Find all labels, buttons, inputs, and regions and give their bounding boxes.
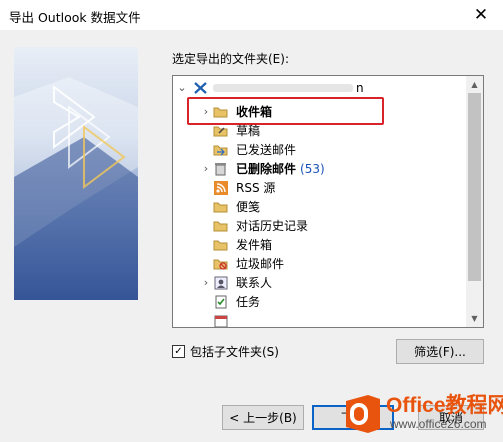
scroll-down-icon[interactable]: ▼: [466, 310, 483, 327]
folder-icon: [213, 219, 228, 233]
tree-item-label: 已发送邮件: [236, 143, 297, 157]
tree-item-label: 对话历史记录: [236, 219, 309, 233]
title-bar: 导出 Outlook 数据文件 ✕: [0, 0, 503, 30]
include-subfolders-checkbox[interactable]: ✓: [172, 345, 185, 358]
tree-scrollbar[interactable]: ▲ ▼: [466, 76, 483, 327]
notes-folder-icon: [213, 200, 228, 214]
tree-item-notes[interactable]: 便笺: [173, 197, 468, 216]
banner-arrows-graphic: [14, 77, 138, 300]
tree-item-tasks[interactable]: 任务: [173, 292, 468, 311]
outbox-folder-icon: [213, 238, 228, 252]
tree-item-rss[interactable]: RSS 源: [173, 178, 468, 197]
tree-item-label: 已删除邮件 (53): [236, 160, 325, 177]
account-name-redacted: [213, 84, 353, 92]
tree-item-label: 垃圾邮件: [236, 257, 285, 271]
tree-row-account[interactable]: ⌄ n: [173, 78, 468, 97]
filter-button[interactable]: 筛选(F)...: [396, 339, 484, 364]
watermark-url-text: www.office26.com: [390, 417, 487, 431]
watermark-brand-text: Office教程网: [386, 394, 503, 417]
trash-icon: [213, 162, 228, 176]
contacts-icon: [213, 276, 228, 290]
inbox-folder-icon: [213, 105, 228, 119]
office-watermark-logo: Office教程网 www.office26.com: [338, 387, 503, 442]
tree-item-inbox[interactable]: › 收件箱: [173, 102, 468, 121]
tree-item-label-text: 已删除邮件: [236, 162, 297, 176]
tree-item-partial[interactable]: [173, 311, 468, 327]
expand-arrow-icon[interactable]: ›: [200, 162, 212, 175]
tree-item-label: 收件箱: [236, 105, 273, 119]
previous-button[interactable]: < 上一步(B): [222, 405, 304, 430]
calendar-icon: [213, 314, 228, 327]
tree-item-contacts[interactable]: › 联系人: [173, 273, 468, 292]
tree-item-deleted[interactable]: › 已删除邮件 (53): [173, 159, 468, 178]
exchange-account-icon: [193, 81, 208, 95]
sent-folder-icon: [213, 143, 228, 157]
tree-item-junk[interactable]: 垃圾邮件: [173, 254, 468, 273]
expand-arrow-icon[interactable]: ›: [200, 276, 212, 289]
office-logo-icon: [346, 395, 380, 433]
tree-item-conversation-history[interactable]: 对话历史记录: [173, 216, 468, 235]
folder-select-label: 选定导出的文件夹(E):: [172, 52, 289, 66]
tree-item-label: 便笺: [236, 200, 261, 214]
tree-item-label: 任务: [236, 295, 261, 309]
scroll-thumb[interactable]: [468, 93, 481, 281]
junk-folder-icon: [213, 257, 228, 271]
tree-item-outbox[interactable]: 发件箱: [173, 235, 468, 254]
window-title: 导出 Outlook 数据文件: [9, 10, 141, 25]
tasks-icon: [213, 295, 228, 309]
tree-item-drafts[interactable]: 草稿: [173, 121, 468, 140]
tree-item-label: RSS 源: [236, 181, 276, 195]
include-subfolders-option[interactable]: ✓ 包括子文件夹(S): [172, 343, 279, 360]
tree-item-label: 联系人: [236, 276, 273, 290]
folder-tree[interactable]: ⌄ n › 收件箱 草稿 已发送邮件 › 已删除邮件 (53) RSS 源 便笺…: [172, 75, 484, 328]
rss-icon: [213, 180, 228, 195]
scroll-up-icon[interactable]: ▲: [466, 76, 483, 93]
collapse-arrow-icon[interactable]: ⌄: [176, 81, 188, 94]
include-subfolders-label: 包括子文件夹(S): [190, 345, 279, 359]
unread-count-badge: (53): [300, 162, 325, 176]
tree-item-sent[interactable]: 已发送邮件: [173, 140, 468, 159]
close-button[interactable]: ✕: [459, 0, 503, 30]
expand-arrow-icon[interactable]: ›: [200, 105, 212, 118]
tree-item-label: 草稿: [236, 124, 261, 138]
drafts-folder-icon: [213, 124, 228, 138]
tree-item-label: 发件箱: [236, 238, 273, 252]
account-name-suffix: n: [356, 80, 364, 95]
wizard-banner-image: [14, 47, 138, 300]
